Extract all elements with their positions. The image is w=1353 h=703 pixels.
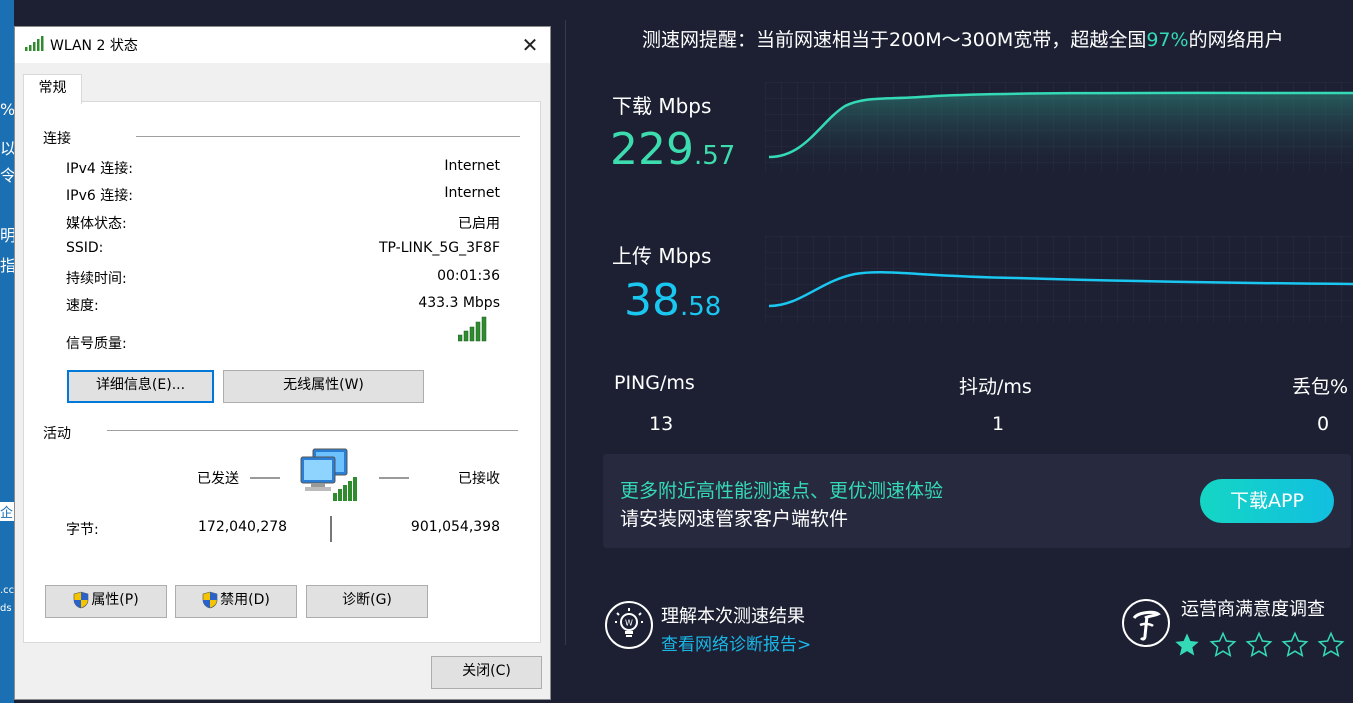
desktop-text-fragment: % xyxy=(0,100,14,119)
download-speed: 229.57 xyxy=(610,124,735,175)
wifi-signal-icon xyxy=(25,36,44,51)
group-divider xyxy=(136,136,520,137)
upload-speed-graph xyxy=(765,236,1353,322)
sent-line xyxy=(250,477,280,479)
received-label: 已接收 xyxy=(458,471,500,487)
lightbulb-icon[interactable]: W xyxy=(604,600,654,650)
jitter-value: 1 xyxy=(992,413,1005,435)
notice-prefix: 测速网提醒：当前网速相当于200M～300M宽带，超越全国 xyxy=(642,29,1147,51)
tab-general[interactable]: 常规 xyxy=(23,74,82,104)
download-app-button[interactable]: 下载APP xyxy=(1200,479,1334,523)
signal-quality-label: 信号质量: xyxy=(66,336,127,352)
shield-icon xyxy=(74,591,89,609)
desktop-text-fragment: 令 xyxy=(0,166,14,185)
star-empty-icon[interactable] xyxy=(1317,631,1345,659)
download-speed-dec: .57 xyxy=(693,141,736,171)
report-title: 理解本次测速结果 xyxy=(661,606,805,627)
promo-headline: 更多附近高性能测速点、更优测速体验 xyxy=(620,480,944,502)
star-empty-icon[interactable] xyxy=(1209,631,1237,659)
received-line xyxy=(379,477,409,479)
properties-button[interactable]: 属性(P) xyxy=(45,585,167,618)
ipv6-value: Internet xyxy=(444,185,500,201)
packet-loss-value: 0 xyxy=(1317,413,1330,435)
svg-text:W: W xyxy=(625,619,633,628)
ping-label: PING/ms xyxy=(614,372,695,394)
download-speed-graph xyxy=(765,82,1353,172)
network-computers-icon xyxy=(300,448,357,501)
activity-group-label: 活动 xyxy=(43,426,71,442)
connection-group-label: 连接 xyxy=(43,131,71,147)
ipv4-value: Internet xyxy=(444,158,500,174)
disable-button-label: 禁用(D) xyxy=(220,592,270,608)
telecom-logo-icon xyxy=(1122,599,1170,647)
promo-subline: 请安装网速管家客户端软件 xyxy=(620,508,849,530)
jitter-label: 抖动/ms xyxy=(959,376,1032,398)
upload-speed: 38.58 xyxy=(624,275,721,326)
desktop-text-fragment: .cc xyxy=(0,585,14,596)
speed-notice: 测速网提醒：当前网速相当于200M～300M宽带，超越全国97%的网络用户 xyxy=(642,25,1284,52)
survey-title: 运营商满意度调查 xyxy=(1181,599,1325,620)
desktop-text-fragment: 明 xyxy=(0,226,14,245)
star-empty-icon[interactable] xyxy=(1245,631,1273,659)
sent-bytes-value: 172,040,278 xyxy=(198,519,288,535)
media-state-label: 媒体状态: xyxy=(66,216,127,232)
ssid-label: SSID: xyxy=(66,240,104,256)
diagnose-button[interactable]: 诊断(G) xyxy=(306,585,428,618)
close-icon[interactable]: ✕ xyxy=(510,27,550,63)
star-filled-icon[interactable] xyxy=(1173,631,1201,659)
app-promo-banner: 更多附近高性能测速点、更优测速体验 请安装网速管家客户端软件 下载APP xyxy=(603,454,1351,548)
desktop-background: % 以 令 明 指 企 .cc ds xyxy=(0,0,14,703)
received-bytes-value: 901,054,398 xyxy=(410,519,500,535)
signal-strength-icon xyxy=(458,316,487,342)
upload-speed-int: 38 xyxy=(624,275,680,326)
group-divider xyxy=(107,430,518,431)
properties-button-label: 属性(P) xyxy=(91,592,139,608)
ipv4-label: IPv4 连接: xyxy=(66,161,133,177)
duration-value: 00:01:36 xyxy=(437,268,500,284)
ssid-value: TP-LINK_5G_3F8F xyxy=(379,240,500,256)
bytes-divider xyxy=(330,516,332,542)
general-panel: 连接 IPv4 连接: Internet IPv6 连接: Internet 媒… xyxy=(23,101,541,643)
ipv6-label: IPv6 连接: xyxy=(66,188,133,204)
dialog-titlebar: WLAN 2 状态 ✕ xyxy=(15,27,550,63)
download-speed-int: 229 xyxy=(610,124,694,175)
media-state-value: 已启用 xyxy=(458,216,500,232)
disable-button[interactable]: 禁用(D) xyxy=(175,585,297,618)
speed-value: 433.3 Mbps xyxy=(418,295,500,311)
upload-speed-dec: .58 xyxy=(680,292,722,322)
details-button[interactable]: 详细信息(E)... xyxy=(67,370,214,403)
dialog-title: WLAN 2 状态 xyxy=(50,38,138,54)
close-button[interactable]: 关闭(C) xyxy=(431,656,542,689)
bytes-label: 字节: xyxy=(66,522,99,538)
desktop-text-fragment: 以 xyxy=(0,139,14,158)
vertical-divider xyxy=(565,20,566,645)
notice-suffix: 的网络用户 xyxy=(1188,29,1284,51)
sent-label: 已发送 xyxy=(197,471,239,487)
packet-loss-label: 丢包% xyxy=(1292,376,1349,398)
desktop-text-fragment: 指 xyxy=(0,256,14,275)
desktop-window-edge xyxy=(0,0,14,100)
shield-icon xyxy=(202,591,218,609)
duration-label: 持续时间: xyxy=(66,271,127,287)
desktop-text-fragment: 企 xyxy=(0,502,14,521)
desktop-text-fragment: ds xyxy=(0,603,12,614)
upload-label: 上传 Mbps xyxy=(612,244,712,268)
ping-value: 13 xyxy=(649,413,674,435)
diagnostic-report-link[interactable]: 查看网络诊断报告> xyxy=(661,630,811,655)
download-label: 下载 Mbps xyxy=(612,94,712,118)
notice-percent: 97% xyxy=(1146,29,1189,51)
satisfaction-rating xyxy=(1173,631,1353,661)
wlan-status-dialog: WLAN 2 状态 ✕ 常规 连接 IPv4 连接: Internet IPv6… xyxy=(14,26,551,700)
wireless-properties-button[interactable]: 无线属性(W) xyxy=(223,370,424,403)
speed-label: 速度: xyxy=(66,298,99,314)
star-empty-icon[interactable] xyxy=(1281,631,1309,659)
